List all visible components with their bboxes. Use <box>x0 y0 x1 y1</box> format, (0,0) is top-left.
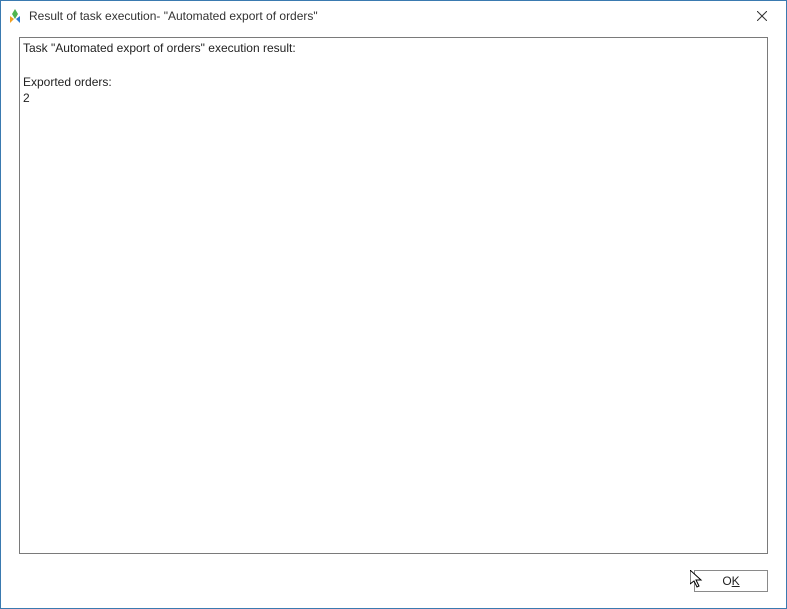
button-row: OK <box>1 554 786 608</box>
dialog-window: Result of task execution- "Automated exp… <box>0 0 787 609</box>
window-title: Result of task execution- "Automated exp… <box>29 9 742 23</box>
app-icon <box>7 8 23 24</box>
ok-prefix: O <box>722 574 731 588</box>
close-icon <box>757 11 767 21</box>
ok-suffix: K <box>732 574 740 588</box>
result-line-2: Exported orders: <box>23 75 112 89</box>
titlebar: Result of task execution- "Automated exp… <box>1 1 786 31</box>
result-line-1: Task "Automated export of orders" execut… <box>23 41 296 55</box>
result-line-3: 2 <box>23 91 30 105</box>
close-button[interactable] <box>742 2 782 30</box>
result-text-panel[interactable]: Task "Automated export of orders" execut… <box>19 37 768 554</box>
content-area: Task "Automated export of orders" execut… <box>1 31 786 554</box>
ok-button[interactable]: OK <box>694 570 768 592</box>
